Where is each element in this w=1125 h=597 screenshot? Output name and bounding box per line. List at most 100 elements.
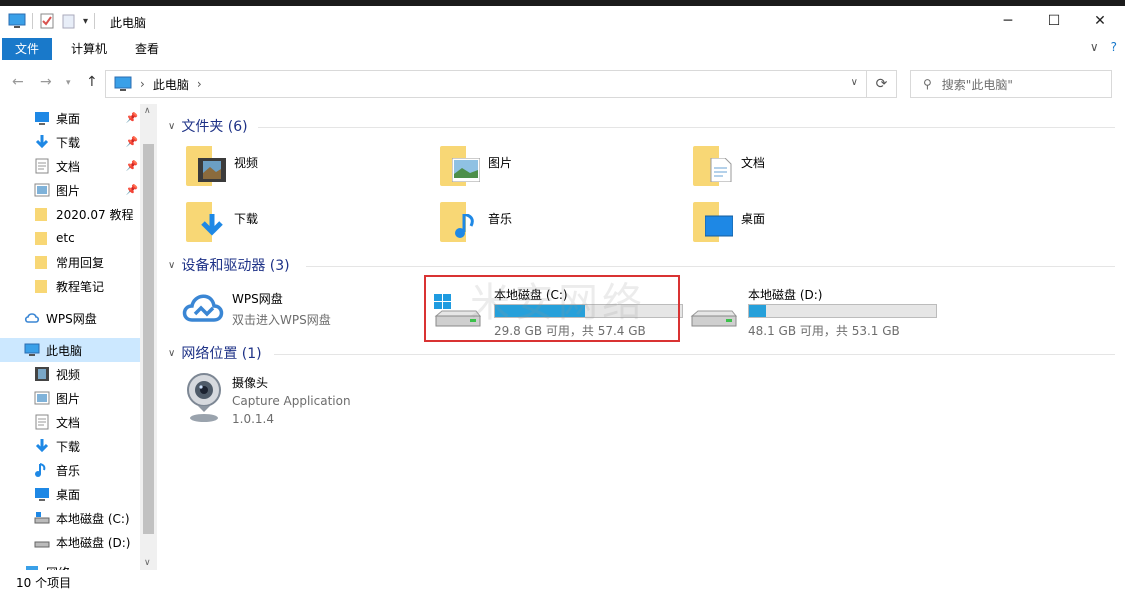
sidebar-item-pictures[interactable]: 图片 📌	[0, 178, 140, 202]
scroll-up-icon[interactable]: ∧	[144, 106, 151, 116]
folder-icon	[34, 230, 50, 246]
sidebar-item-label: 下载	[56, 439, 81, 454]
sidebar-item-pictures-2[interactable]: 图片	[0, 386, 140, 410]
up-arrow-icon[interactable]: ↑	[86, 74, 98, 90]
pin-icon[interactable]: 📌	[126, 137, 138, 148]
customize-qat-icon[interactable]: ▾	[83, 16, 88, 27]
scroll-down-icon[interactable]: ∨	[144, 558, 151, 568]
folder-tile-pictures[interactable]: 图片	[440, 146, 512, 186]
new-folder-icon[interactable]	[61, 13, 77, 29]
breadcrumb-this-pc[interactable]: 此电脑	[153, 76, 189, 93]
minimize-button[interactable]: ─	[985, 6, 1031, 36]
watermark: 米安网络	[470, 280, 646, 326]
sidebar-item-drive-c[interactable]: 本地磁盘 (C:)	[0, 506, 140, 530]
camera-app: Capture Application	[232, 394, 351, 408]
refresh-button[interactable]: ⟳	[867, 70, 897, 98]
group-title: 网络位置 (1)	[181, 346, 262, 362]
group-divider	[258, 127, 1115, 128]
search-input[interactable]: ⚲ 搜索"此电脑"	[910, 70, 1112, 98]
folder-tile-music[interactable]: 音乐	[440, 202, 512, 242]
quick-access-toolbar: ▾	[8, 13, 96, 29]
sidebar-item-wps-cloud[interactable]: WPS网盘	[0, 306, 140, 330]
sidebar-item-label: 文档	[56, 159, 81, 174]
chevron-down-icon[interactable]: ∨	[168, 121, 175, 132]
wps-cloud-tile[interactable]: WPS网盘 双击进入WPS网盘	[180, 286, 331, 328]
document-icon	[34, 414, 50, 430]
group-title: 设备和驱动器 (3)	[181, 258, 290, 274]
folder-tile-videos[interactable]: 视频	[186, 146, 258, 186]
sidebar-item-music[interactable]: 音乐	[0, 458, 140, 482]
scrollbar-thumb[interactable]	[143, 144, 154, 534]
this-pc-icon[interactable]	[8, 13, 26, 29]
sidebar-item-documents-2[interactable]: 文档	[0, 410, 140, 434]
sidebar-item-downloads[interactable]: 下载 📌	[0, 130, 140, 154]
chevron-down-icon[interactable]: ∨	[168, 260, 175, 271]
recent-locations-icon[interactable]: ▾	[66, 78, 71, 88]
sidebar-item-label: 常用回复	[56, 255, 105, 270]
group-header-folders[interactable]: ∨ 文件夹 (6)	[168, 116, 248, 136]
chevron-down-icon[interactable]: ∨	[168, 348, 175, 359]
sidebar-item-label: 下载	[56, 135, 81, 150]
ribbon-controls: ∨ ?	[1090, 40, 1117, 54]
this-pc-icon	[24, 342, 40, 358]
sidebar-scrollbar[interactable]: ∧ ∨	[140, 104, 157, 570]
sidebar-item-tutorial-notes[interactable]: 教程笔记	[0, 274, 140, 298]
folder-tile-downloads[interactable]: 下载	[186, 202, 258, 242]
wps-cloud-subtitle: 双击进入WPS网盘	[232, 313, 331, 327]
folder-icon	[34, 206, 50, 222]
drive-d-tile[interactable]: 本地磁盘 (D:) 48.1 GB 可用，共 53.1 GB	[686, 280, 942, 338]
sidebar-item-this-pc[interactable]: 此电脑	[0, 338, 140, 362]
drive-d-usage-fill	[749, 305, 766, 317]
sidebar-item-drive-d[interactable]: 本地磁盘 (D:)	[0, 530, 140, 554]
sidebar-item-common-replies[interactable]: 常用回复	[0, 250, 140, 274]
folder-tile-documents[interactable]: 文档	[693, 146, 765, 186]
chevron-right-icon[interactable]: ›	[140, 77, 145, 91]
tile-label: 桌面	[741, 212, 766, 226]
webcam-icon	[187, 373, 221, 422]
documents-folder-icon	[693, 146, 733, 186]
help-icon[interactable]: ?	[1111, 40, 1117, 54]
music-folder-icon	[440, 202, 480, 242]
sidebar-item-desktop-2[interactable]: 桌面	[0, 482, 140, 506]
tile-label: 视频	[234, 156, 259, 170]
properties-icon[interactable]	[39, 13, 55, 29]
tab-file[interactable]: 文件	[2, 38, 53, 60]
folder-tile-desktop[interactable]: 桌面	[693, 202, 765, 242]
back-arrow-icon[interactable]: ←	[12, 74, 24, 90]
sidebar-item-label: 桌面	[56, 487, 81, 502]
sidebar-item-label: 图片	[56, 183, 81, 198]
group-header-network[interactable]: ∨ 网络位置 (1)	[168, 343, 262, 363]
breadcrumb: › 此电脑 ›	[114, 76, 202, 93]
address-bar[interactable]: › 此电脑 › ∨	[105, 70, 867, 98]
pin-icon[interactable]: 📌	[126, 185, 138, 196]
download-icon	[34, 438, 50, 454]
tab-computer[interactable]: 计算机	[58, 38, 120, 60]
camera-tile[interactable]: 摄像头 Capture Application 1.0.1.4	[184, 372, 351, 428]
sidebar-item-network[interactable]: 网络	[0, 560, 140, 570]
sidebar-item-etc[interactable]: etc	[0, 226, 140, 250]
ribbon-tabs: 文件 计算机 查看 ∨ ?	[0, 36, 1125, 62]
group-header-devices[interactable]: ∨ 设备和驱动器 (3)	[168, 255, 290, 275]
video-folder-icon	[186, 146, 226, 186]
search-placeholder: 搜索"此电脑"	[941, 77, 1013, 92]
wps-cloud-text: WPS网盘 双击进入WPS网盘	[232, 290, 331, 328]
tab-view[interactable]: 查看	[122, 38, 172, 60]
sidebar-item-label: 图片	[56, 391, 81, 406]
pin-icon[interactable]: 📌	[126, 161, 138, 172]
sidebar-item-label: WPS网盘	[46, 311, 97, 326]
group-divider	[306, 266, 1115, 267]
sidebar-item-documents[interactable]: 文档 📌	[0, 154, 140, 178]
forward-arrow-icon[interactable]: →	[40, 74, 52, 90]
sidebar-item-downloads-2[interactable]: 下载	[0, 434, 140, 458]
sidebar-item-desktop[interactable]: 桌面 📌	[0, 106, 140, 130]
expand-ribbon-icon[interactable]: ∨	[1090, 40, 1099, 54]
close-button[interactable]: ✕	[1077, 6, 1123, 36]
this-pc-icon	[114, 76, 132, 91]
pin-icon[interactable]: 📌	[126, 113, 138, 124]
maximize-button[interactable]: ☐	[1031, 6, 1077, 36]
address-dropdown-icon[interactable]: ∨	[851, 77, 858, 88]
chevron-right-icon[interactable]: ›	[197, 77, 202, 91]
sidebar-item-2020-07[interactable]: 2020.07 教程	[0, 202, 140, 226]
sidebar-item-videos[interactable]: 视频	[0, 362, 140, 386]
sidebar-item-label: 桌面	[56, 111, 81, 126]
